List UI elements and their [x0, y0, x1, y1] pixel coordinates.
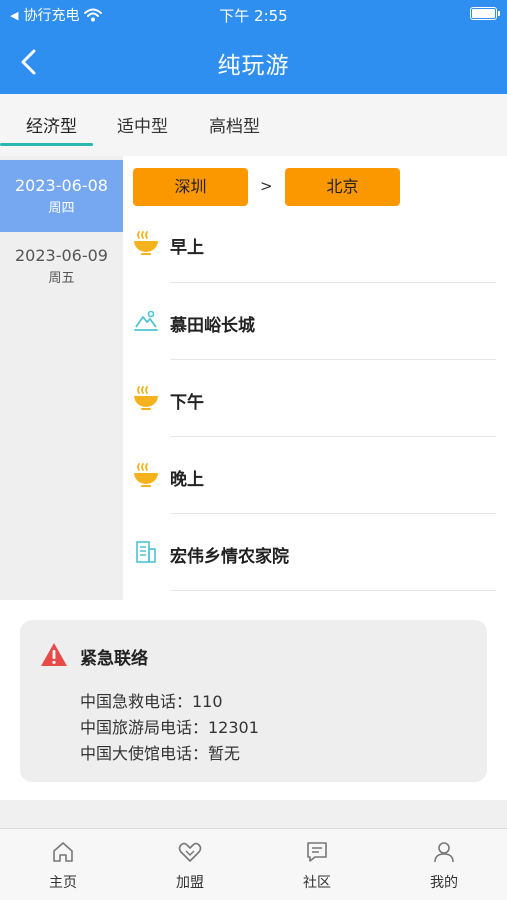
contact-embassy-phone: 中国大使馆电话：暂无: [80, 744, 241, 763]
from-city-button[interactable]: 深圳: [133, 168, 248, 206]
to-city-button[interactable]: 北京: [285, 168, 400, 206]
weekday-label: 周五: [48, 271, 75, 286]
page-title: 纯玩游: [217, 53, 290, 79]
date-sidebar: 2023-06-08 周四 2023-06-09 周五: [0, 156, 123, 600]
weekday-label: 周四: [48, 201, 75, 216]
bottom-tab-label: 社区: [303, 875, 331, 891]
itinerary-label: 早上: [170, 238, 204, 258]
divider: [170, 282, 496, 283]
itinerary-label: 宏伟乡情农家院: [170, 547, 289, 567]
emergency-title: 紧急联络: [80, 649, 148, 669]
itinerary-item-afternoon[interactable]: 下午: [133, 385, 496, 462]
itinerary-label: 下午: [170, 393, 204, 413]
bottom-tab-community[interactable]: 社区: [254, 829, 380, 900]
date-item-2023-06-09[interactable]: 2023-06-09 周五: [0, 230, 123, 302]
user-icon: [434, 842, 454, 863]
bottom-tab-join[interactable]: 加盟: [127, 829, 253, 900]
meal-bowl-icon: [134, 463, 158, 487]
tab-economy[interactable]: 经济型: [26, 112, 77, 137]
itinerary-item-evening[interactable]: 晚上: [133, 462, 496, 539]
nav-bar: 纯玩游: [0, 30, 507, 94]
date-item-2023-06-08[interactable]: 2023-06-08 周四: [0, 160, 123, 232]
category-tabs: 经济型 适中型 高档型: [0, 94, 507, 156]
date-label: 2023-06-08: [15, 176, 108, 195]
divider: [170, 513, 496, 514]
tab-premium[interactable]: 高档型: [209, 112, 260, 137]
bottom-tab-mine[interactable]: 我的: [381, 829, 507, 900]
hotel-building-icon: [136, 541, 156, 563]
handshake-icon: [178, 842, 202, 862]
divider: [170, 359, 496, 360]
itinerary-label: 慕田峪长城: [170, 316, 255, 336]
scenery-icon: [134, 310, 158, 331]
emergency-card: 紧急联络 中国急救电话：110 中国旅游局电话：12301 中国大使馆电话：暂无: [20, 620, 487, 782]
route-row: 深圳 > 北京: [133, 168, 403, 206]
itinerary-item-morning[interactable]: 早上: [133, 230, 496, 307]
app-header: ◀ 协行充电 下午 2:55 纯玩游: [0, 0, 507, 94]
meal-bowl-icon: [134, 231, 158, 255]
warning-icon: [41, 643, 67, 666]
spacer-band: [0, 800, 507, 830]
divider: [170, 590, 496, 591]
chat-icon: [307, 842, 327, 862]
bottom-tab-label: 我的: [430, 875, 458, 891]
route-separator: >: [260, 177, 273, 195]
meal-bowl-icon: [134, 386, 158, 410]
itinerary-label: 晚上: [170, 470, 204, 490]
date-label: 2023-06-09: [15, 246, 108, 265]
status-time: 下午 2:55: [219, 7, 288, 25]
itinerary-item-scenic-spot[interactable]: 慕田峪长城: [133, 308, 496, 385]
active-tab-indicator: [0, 143, 93, 146]
contact-emergency-phone[interactable]: 中国急救电话：110: [80, 688, 223, 712]
home-icon: [53, 842, 73, 862]
bottom-tab-label: 主页: [49, 875, 77, 891]
bottom-tab-label: 加盟: [176, 875, 204, 891]
divider: [170, 436, 496, 437]
contact-tourism-phone[interactable]: 中国旅游局电话：12301: [80, 714, 259, 738]
tab-moderate[interactable]: 适中型: [117, 112, 168, 137]
bottom-tab-home[interactable]: 主页: [0, 829, 126, 900]
status-bar: ◀ 协行充电 下午 2:55: [0, 0, 507, 30]
bottom-tab-bar: 主页 加盟 社区 我的: [0, 828, 507, 900]
battery-icon: [470, 7, 500, 20]
